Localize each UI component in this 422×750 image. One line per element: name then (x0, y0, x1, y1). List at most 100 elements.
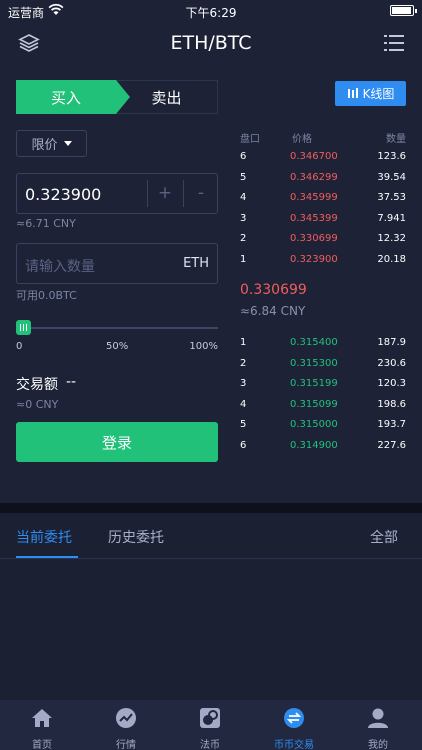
ask-qty: 39.54 (377, 171, 406, 183)
ask-qty: 37.53 (377, 192, 406, 203)
ask-row[interactable]: 4 0.345999 37.53 (240, 189, 406, 209)
bid-qty: 198.6 (377, 398, 406, 410)
order-type-select[interactable]: 限价 (16, 130, 87, 157)
slider-label-min: 0 (16, 341, 23, 352)
ask-qty: 7.941 (377, 212, 406, 224)
bid-row[interactable]: 2 0.315300 230.6 (240, 355, 406, 375)
ask-price: 0.345399 (290, 212, 338, 224)
bid-row[interactable]: 1 0.315400 187.9 (240, 334, 406, 354)
ask-idx: 6 (240, 151, 247, 162)
ask-qty: 20.18 (377, 253, 406, 265)
bid-price: 0.315099 (290, 398, 338, 410)
available-balance: 可用0.0BTC (16, 289, 77, 302)
trade-panel: 卖出 买入 K线图 限价 0.323900 + - ≈6.71 CNY 请输入数… (0, 66, 422, 503)
order-type-label: 限价 (31, 138, 58, 153)
amount-placeholder: 请输入数量 (25, 259, 95, 275)
ask-row[interactable]: 5 0.346299 39.54 (240, 169, 406, 189)
home-icon (32, 709, 52, 727)
bid-idx: 2 (240, 357, 247, 369)
candlestick-icon (347, 88, 358, 98)
orderbook-header-level: 盘口 (240, 134, 260, 145)
amount-input[interactable]: 请输入数量 ETH (16, 243, 218, 284)
nav-fiat-label: 法币 (200, 740, 220, 750)
bid-idx: 5 (240, 419, 247, 430)
section-divider (0, 503, 422, 513)
ask-row[interactable]: 3 0.345399 7.941 (240, 210, 406, 230)
volume-value: -- (66, 374, 77, 390)
tab-order-history[interactable]: 历史委托 (108, 527, 164, 547)
ask-row[interactable]: 6 0.346700 123.6 (240, 148, 406, 168)
buy-tab[interactable]: 买入 (16, 80, 116, 114)
bid-qty: 230.6 (377, 357, 406, 369)
ask-qty: 12.32 (377, 233, 406, 244)
page-title: ETH/BTC (170, 32, 252, 54)
ask-qty: 123.6 (377, 151, 406, 162)
bid-row[interactable]: 4 0.315099 198.6 (240, 396, 406, 416)
nav-market-label: 行情 (116, 740, 136, 750)
exchange-icon (284, 708, 304, 728)
sell-tab[interactable]: 卖出 (116, 80, 218, 114)
kline-button-label: K线图 (362, 87, 395, 101)
fiat-icon (200, 708, 220, 728)
slider-track (16, 327, 218, 329)
nav-exchange-label: 币币交易 (274, 740, 314, 750)
increase-price-button[interactable]: + (148, 183, 182, 203)
caret-down-icon (63, 141, 72, 146)
sell-tab-label: 卖出 (151, 88, 182, 107)
nav-market[interactable]: 行情 (84, 700, 168, 750)
bid-qty: 193.7 (377, 419, 406, 430)
ask-price: 0.323900 (290, 253, 338, 265)
slider-label-max: 100% (189, 341, 218, 352)
bid-price: 0.315400 (290, 337, 338, 348)
bid-idx: 1 (240, 337, 247, 348)
amount-unit: ETH (183, 256, 209, 271)
ask-price: 0.346299 (290, 171, 338, 183)
orders-tabs: 当前委托 历史委托 全部 (0, 513, 422, 559)
bottom-nav: 首页 行情 法币 币币交易 我的 (0, 700, 422, 750)
bid-row[interactable]: 3 0.315199 120.3 (240, 375, 406, 395)
price-cny: ≈6.71 CNY (16, 217, 76, 230)
price-value: 0.323900 (25, 185, 102, 204)
ask-idx: 2 (240, 233, 247, 244)
battery-icon (390, 5, 417, 16)
ask-idx: 1 (240, 253, 247, 265)
ask-row[interactable]: 2 0.330699 12.32 (240, 230, 406, 250)
market-trend-icon (116, 708, 136, 728)
nav-profile-label: 我的 (368, 740, 388, 750)
nav-home-label: 首页 (32, 740, 52, 750)
kline-button[interactable]: K线图 (335, 81, 406, 106)
bid-row[interactable]: 5 0.315000 193.7 (240, 416, 406, 436)
nav-profile[interactable]: 我的 (336, 700, 420, 750)
decrease-price-button[interactable]: - (184, 183, 218, 203)
buy-tab-label: 买入 (50, 88, 81, 107)
orderbook-header-price: 价格 (292, 134, 312, 145)
ask-idx: 5 (240, 171, 247, 183)
all-orders-button[interactable]: 全部 (370, 527, 398, 547)
login-button[interactable]: 登录 (16, 422, 218, 462)
bid-idx: 3 (240, 378, 247, 389)
bid-row[interactable]: 6 0.314900 227.6 (240, 437, 406, 457)
bid-price: 0.315199 (290, 378, 338, 389)
volume-cny: ≈0 CNY (16, 398, 59, 411)
ask-row[interactable]: 1 0.323900 20.18 (240, 251, 406, 271)
volume-label: 交易额 (16, 377, 58, 393)
last-price: 0.330699 (240, 282, 307, 298)
bid-price: 0.315000 (290, 419, 338, 430)
percentage-slider[interactable] (16, 320, 218, 336)
status-bar: 运营商 下午6:29 (0, 0, 422, 22)
profile-icon (368, 708, 388, 728)
ask-price: 0.346700 (290, 151, 338, 162)
buy-tab-arrow (116, 80, 130, 114)
bid-price: 0.314900 (290, 439, 338, 451)
slider-handle[interactable] (16, 320, 31, 335)
bid-qty: 120.3 (377, 378, 406, 389)
bid-idx: 6 (240, 439, 247, 451)
price-input[interactable]: 0.323900 + - (16, 173, 218, 214)
nav-exchange[interactable]: 币币交易 (252, 700, 336, 750)
clock: 下午6:29 (185, 6, 237, 20)
nav-home[interactable]: 首页 (0, 700, 84, 750)
ask-price: 0.345999 (290, 192, 338, 203)
menu-list-icon[interactable] (384, 34, 404, 52)
tab-current-orders[interactable]: 当前委托 (16, 527, 72, 547)
nav-fiat[interactable]: 法币 (168, 700, 252, 750)
